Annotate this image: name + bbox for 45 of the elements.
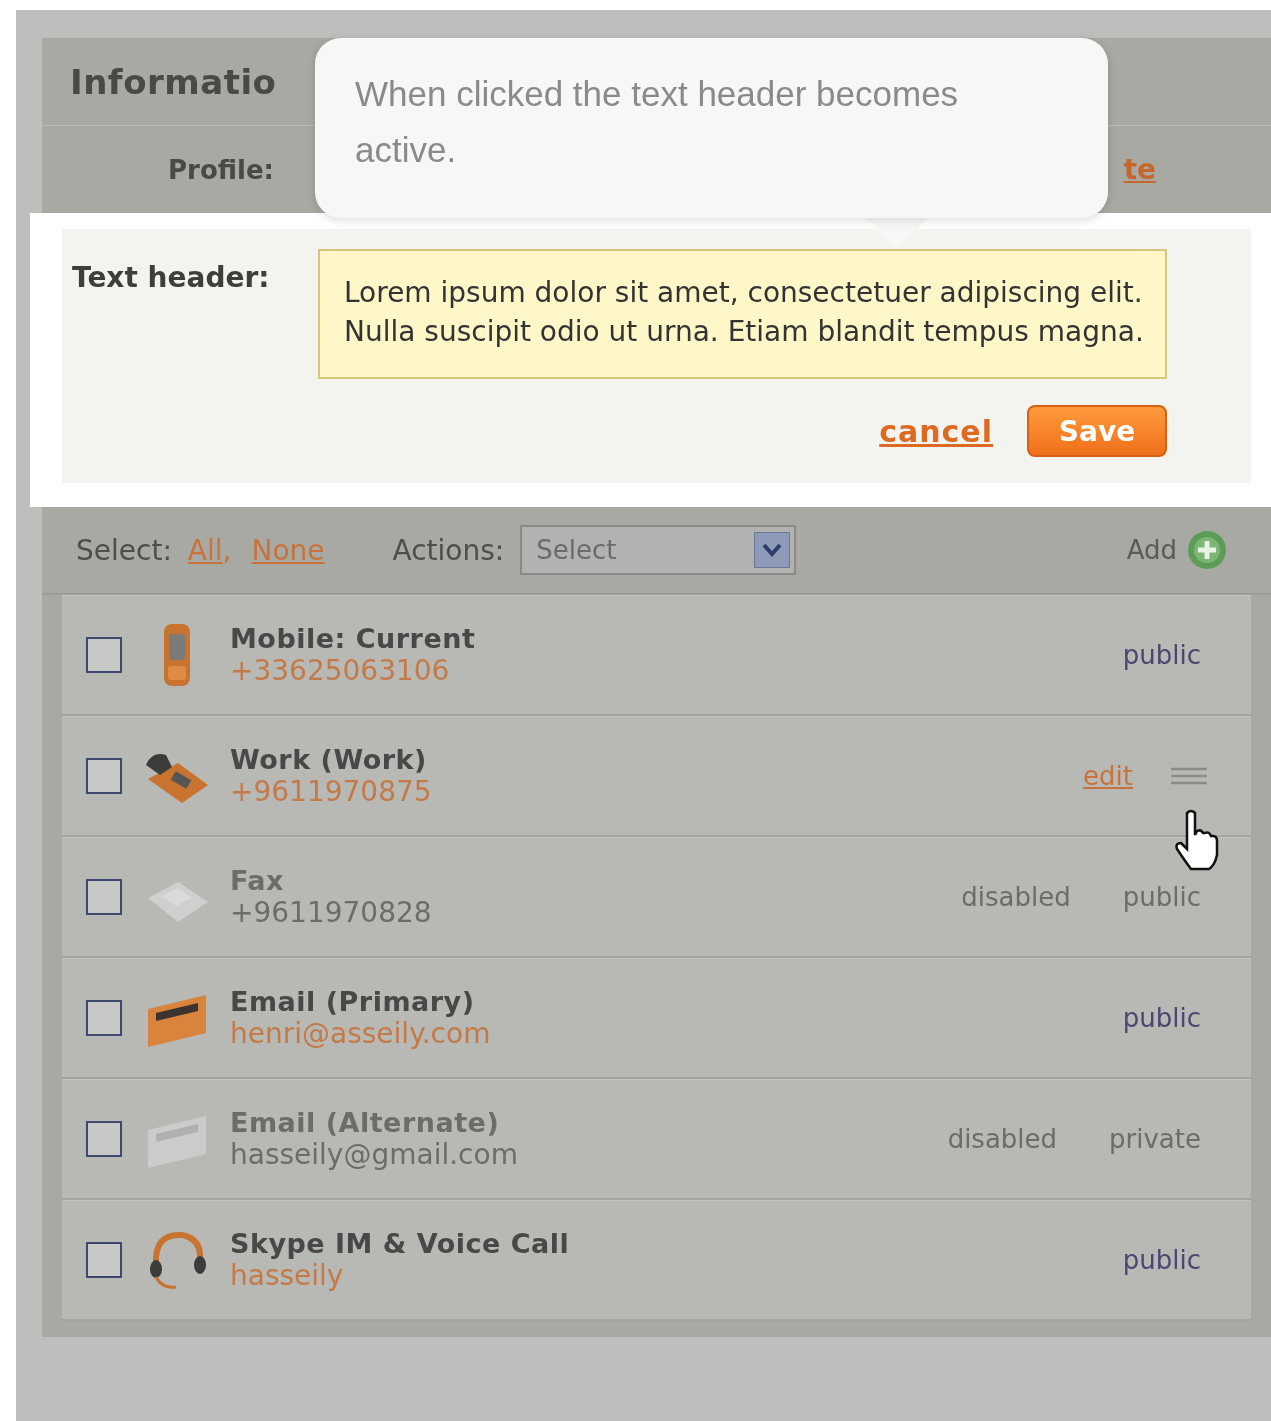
actions-dropdown[interactable]: Select <box>520 525 797 575</box>
contact-value: +33625063106 <box>230 654 451 687</box>
checkbox[interactable] <box>86 1000 122 1036</box>
text-header-field[interactable]: Lorem ipsum dolor sit amet, consectetuer adipiscing elit. Nulla suscipit odio ut urna. Etiam blandit tempus magna. <box>318 249 1167 379</box>
visibility-label: public <box>1122 882 1201 912</box>
cancel-link[interactable]: cancel <box>879 413 993 449</box>
status-label: disabled <box>947 1124 1058 1154</box>
checkbox[interactable] <box>86 1242 122 1278</box>
contact-value: hasseily <box>230 1259 345 1292</box>
select-all-link[interactable]: All <box>187 533 223 567</box>
visibility-label: private <box>1109 1124 1201 1154</box>
save-button[interactable]: Save <box>1027 405 1167 457</box>
profile-label: Profile: <box>168 154 274 185</box>
contact-row[interactable]: Mobile: Current +33625063106 public <box>62 595 1251 716</box>
contact-value: +9611970828 <box>230 896 433 929</box>
contact-title: Skype IM & Voice Call <box>230 1228 571 1259</box>
add-icon[interactable] <box>1187 530 1227 570</box>
select-label: Select: <box>76 533 172 567</box>
contact-title: Email (Alternate) <box>230 1107 501 1138</box>
checkbox[interactable] <box>86 637 122 673</box>
contact-value: hasseily@gmail.com <box>230 1138 519 1171</box>
actions-label: Actions: <box>392 533 505 567</box>
contact-row[interactable]: Email (Primary) henri@asseily.com public <box>62 958 1251 1079</box>
contact-value: henri@asseily.com <box>230 1017 492 1050</box>
visibility-label: public <box>1122 640 1201 670</box>
contact-title: Email (Primary) <box>230 986 476 1017</box>
contact-row[interactable]: Work (Work) +9611970875 edit <box>62 716 1251 837</box>
add-label: Add <box>1126 535 1177 565</box>
contact-title: Mobile: Current <box>230 623 477 654</box>
visibility-label: public <box>1122 1003 1201 1033</box>
edit-link[interactable]: edit <box>1083 761 1133 791</box>
status-label: disabled <box>961 882 1071 912</box>
select-none-link[interactable]: None <box>251 533 325 567</box>
contact-title: Fax <box>230 865 285 896</box>
text-header-label: Text header: <box>72 260 271 294</box>
contact-title: Work (Work) <box>230 744 428 775</box>
drag-handle-icon[interactable] <box>1169 766 1209 786</box>
checkbox[interactable] <box>86 758 122 794</box>
visibility-label: public <box>1122 1245 1201 1275</box>
contact-value: +9611970875 <box>230 775 433 808</box>
panel-title: Informatio <box>70 61 277 102</box>
separator: , <box>222 533 232 567</box>
contact-row[interactable]: Skype IM & Voice Call hasseily public <box>62 1200 1251 1321</box>
profile-link[interactable]: te <box>1123 153 1156 186</box>
hand-cursor-icon <box>1173 809 1221 873</box>
